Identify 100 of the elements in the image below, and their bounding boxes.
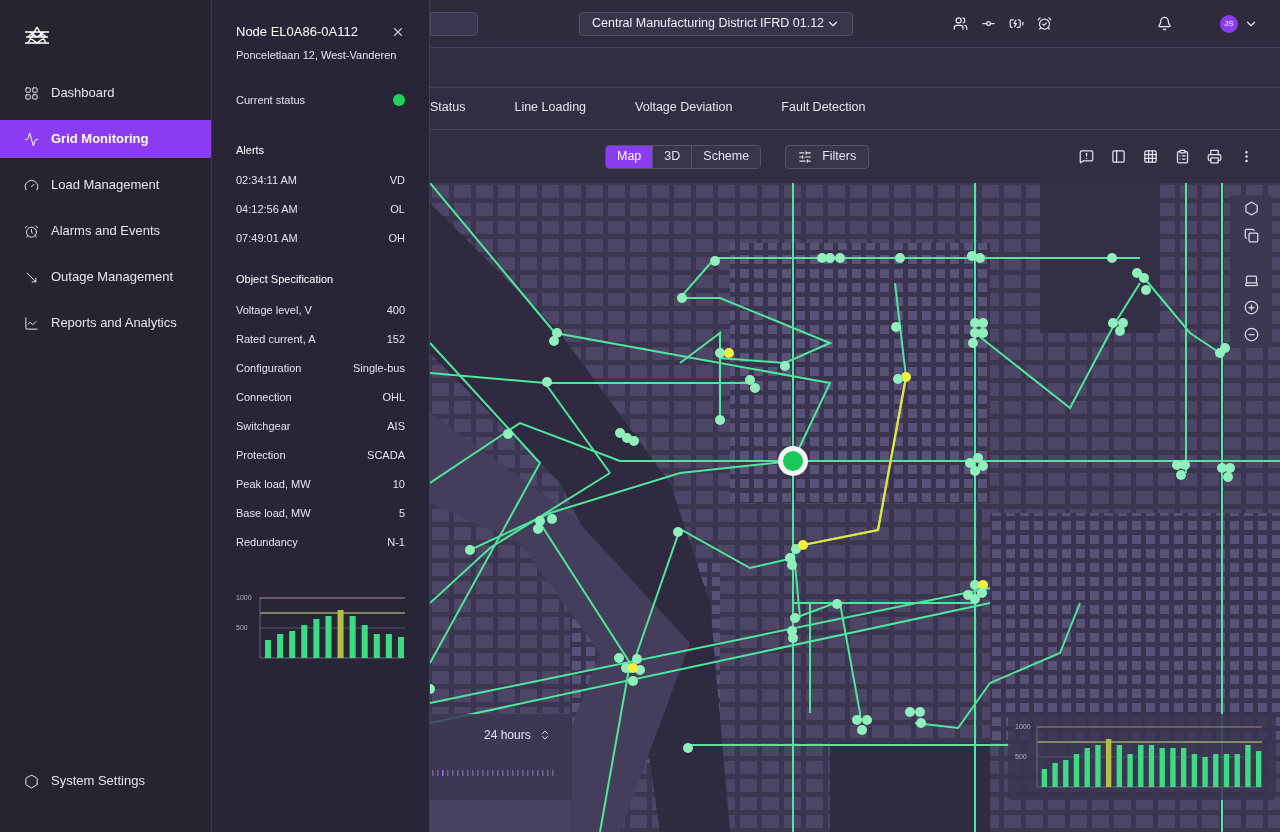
grid-node[interactable]: [852, 715, 862, 725]
grid-node[interactable]: [1223, 472, 1233, 482]
notifications-icon[interactable]: [1157, 16, 1172, 31]
nav-item[interactable]: Reports and Analytics: [0, 304, 211, 342]
grid-node[interactable]: [891, 322, 901, 332]
grid-node[interactable]: [970, 580, 980, 590]
copy-icon[interactable]: [1243, 228, 1259, 243]
grid-icon[interactable]: [1143, 149, 1158, 164]
grid-node[interactable]: [787, 560, 797, 570]
grid-node[interactable]: [1217, 463, 1227, 473]
clipboard-icon[interactable]: [1175, 149, 1190, 164]
grid-node[interactable]: [978, 328, 988, 338]
tab[interactable]: Fault Detection: [781, 87, 866, 129]
laptop-icon[interactable]: [1243, 273, 1259, 288]
grid-node[interactable]: [677, 293, 687, 303]
grid-node[interactable]: [503, 429, 513, 439]
grid-node[interactable]: [683, 743, 693, 753]
grid-node[interactable]: [632, 654, 642, 664]
selected-node[interactable]: [778, 446, 808, 476]
grid-node[interactable]: [673, 527, 683, 537]
grid-node[interactable]: [1215, 348, 1225, 358]
grid-node[interactable]: [965, 458, 975, 468]
grid-node[interactable]: [535, 516, 545, 526]
time-range-selector[interactable]: 24 hours: [484, 726, 551, 744]
grid-node[interactable]: [745, 375, 755, 385]
comment-alert-icon[interactable]: [1079, 149, 1094, 164]
zoom-in-icon[interactable]: [1243, 300, 1259, 315]
filters-button[interactable]: Filters: [785, 144, 870, 169]
grid-node[interactable]: [1176, 470, 1186, 480]
view-mode-tab[interactable]: Map: [606, 145, 653, 168]
grid-node[interactable]: [533, 524, 543, 534]
zoom-out-icon[interactable]: [1243, 327, 1259, 342]
tab[interactable]: Status: [430, 87, 466, 129]
grid-node[interactable]: [963, 590, 973, 600]
grid-node[interactable]: [790, 613, 800, 623]
grid-node[interactable]: [1132, 268, 1142, 278]
district-dropdown[interactable]: Central Manufacturing District IFRD 01.12: [579, 11, 853, 36]
panel-icon[interactable]: [1111, 149, 1126, 164]
grid-node[interactable]: [975, 253, 985, 263]
grid-node[interactable]: [1180, 460, 1190, 470]
grid-node[interactable]: [916, 718, 926, 728]
grid-node[interactable]: [1172, 460, 1182, 470]
grid-node[interactable]: [968, 338, 978, 348]
nav-item[interactable]: Outage Management: [0, 258, 211, 296]
nav-item[interactable]: Alarms and Events: [0, 212, 211, 250]
grid-node[interactable]: [724, 348, 734, 358]
grid-node[interactable]: [970, 594, 980, 604]
grid-node[interactable]: [788, 633, 798, 643]
nav-item[interactable]: Dashboard: [0, 74, 211, 112]
view-mode-tab[interactable]: Scheme: [691, 145, 761, 168]
grid-node[interactable]: [862, 715, 872, 725]
grid-node[interactable]: [791, 544, 801, 554]
grid-node[interactable]: [817, 253, 827, 263]
settings-icon[interactable]: [1243, 201, 1259, 216]
grid-node[interactable]: [628, 663, 638, 673]
grid-node[interactable]: [857, 725, 867, 735]
grid-node[interactable]: [715, 415, 725, 425]
nav-item[interactable]: Grid Monitoring: [0, 120, 211, 158]
grid-node[interactable]: [825, 253, 835, 263]
nav-item[interactable]: System Settings: [0, 762, 211, 800]
grid-node[interactable]: [967, 251, 977, 261]
grid-node[interactable]: [905, 707, 915, 717]
grid-node[interactable]: [1139, 273, 1149, 283]
user-avatar[interactable]: JS: [1220, 14, 1238, 33]
grid-node[interactable]: [552, 328, 562, 338]
grid-node[interactable]: [628, 676, 638, 686]
grid-node[interactable]: [1118, 318, 1128, 328]
grid-node[interactable]: [835, 253, 845, 263]
search-field[interactable]: [430, 11, 478, 36]
grid-node[interactable]: [832, 599, 842, 609]
view-mode-tab[interactable]: 3D: [652, 145, 692, 168]
grid-node[interactable]: [901, 372, 911, 382]
grid-node[interactable]: [973, 453, 983, 463]
grid-node[interactable]: [970, 466, 980, 476]
grid-node[interactable]: [750, 383, 760, 393]
grid-node[interactable]: [978, 461, 988, 471]
grid-node[interactable]: [1108, 318, 1118, 328]
grid-node[interactable]: [430, 684, 435, 694]
tab[interactable]: Voltage Deviation: [635, 87, 733, 129]
alarm-clock-icon[interactable]: [1037, 16, 1052, 31]
grid-node[interactable]: [542, 377, 552, 387]
grid-node[interactable]: [978, 580, 988, 590]
grid-node[interactable]: [615, 428, 625, 438]
grid-node[interactable]: [970, 318, 980, 328]
grid-node[interactable]: [1225, 463, 1235, 473]
grid-node[interactable]: [915, 707, 925, 717]
grid-node[interactable]: [1141, 285, 1151, 295]
grid-node[interactable]: [465, 545, 475, 555]
grid-node[interactable]: [1115, 326, 1125, 336]
grid-node[interactable]: [780, 361, 790, 371]
grid-node[interactable]: [710, 256, 720, 266]
grid-node[interactable]: [978, 318, 988, 328]
grid-node[interactable]: [715, 348, 725, 358]
tab[interactable]: Line Loading: [514, 87, 587, 129]
grid-node[interactable]: [547, 514, 557, 524]
grid-node[interactable]: [549, 336, 559, 346]
nav-item[interactable]: Load Management: [0, 166, 211, 204]
battery-charging-icon[interactable]: [1009, 16, 1024, 31]
grid-node[interactable]: [970, 328, 980, 338]
grid-node[interactable]: [893, 374, 903, 384]
